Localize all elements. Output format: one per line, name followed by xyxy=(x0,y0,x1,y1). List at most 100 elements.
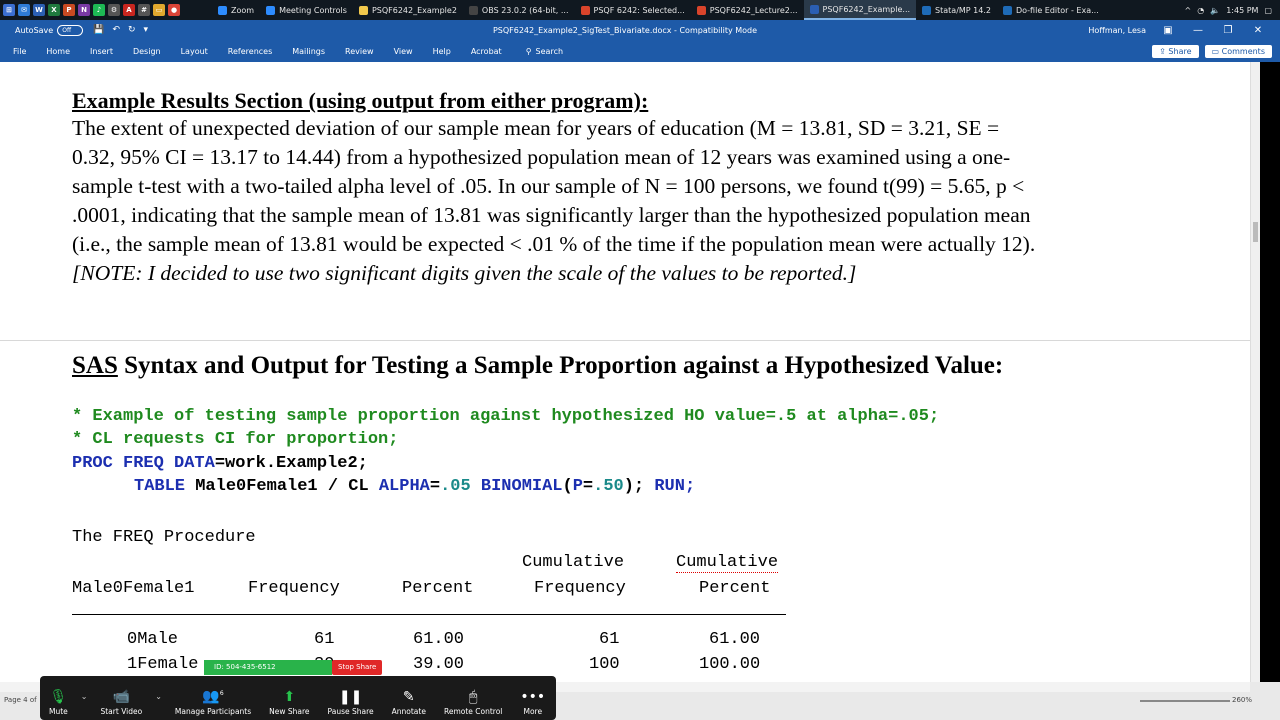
code-p-keyword: P xyxy=(572,477,583,496)
redo-icon[interactable]: ↻ xyxy=(128,25,136,35)
page-indicator[interactable]: Page 4 of xyxy=(4,696,37,704)
more-dots-icon: ••• xyxy=(520,689,546,705)
taskbar-app-4[interactable]: PSQF 6242: Selected... xyxy=(575,0,691,20)
output-row-1-level: 0Male xyxy=(127,630,179,649)
scrollbar-thumb[interactable] xyxy=(1253,222,1258,242)
onenote-icon[interactable]: N xyxy=(78,4,90,16)
paragraph-line-3: sample t-test with a two-tailed alpha le… xyxy=(72,174,1025,198)
ribbon-tabs: File Home Insert Design Layout Reference… xyxy=(0,40,1280,62)
output-row-1-frequency: 61 xyxy=(314,630,335,649)
taskbar-app-6[interactable]: PSQF6242_Example... xyxy=(803,0,917,20)
tab-references[interactable]: References xyxy=(218,47,282,56)
explorer-folder-icon[interactable]: ▭ xyxy=(153,4,165,16)
start-video-button[interactable]: 📹 Start Video xyxy=(91,678,151,716)
tab-help[interactable]: Help xyxy=(423,47,461,56)
autosave-control[interactable]: AutoSave Off xyxy=(0,24,84,36)
tab-acrobat[interactable]: Acrobat xyxy=(461,47,512,56)
code-p-value: .50 xyxy=(593,477,624,496)
powerpoint-icon[interactable]: P xyxy=(63,4,75,16)
manage-participants-button[interactable]: 👥6 Manage Participants xyxy=(166,678,260,716)
volume-icon[interactable]: 🔈 xyxy=(1210,6,1220,15)
network-icon[interactable]: ◔ xyxy=(1197,6,1204,15)
taskbar-app-1[interactable]: Meeting Controls xyxy=(260,0,353,20)
ribbon-right-actions: ⇪ Share ▭ Comments xyxy=(1152,44,1280,58)
taskbar-app-2[interactable]: PSQF6242_Example2 xyxy=(353,0,463,20)
document-canvas[interactable]: Example Results Section (using output fr… xyxy=(0,62,1250,682)
tab-design[interactable]: Design xyxy=(123,47,171,56)
autosave-toggle[interactable]: Off xyxy=(57,24,84,36)
app-icon xyxy=(696,5,706,15)
spotify-icon[interactable]: ♪ xyxy=(93,4,105,16)
code-table-line: TABLE Male0Female1 / CL ALPHA=.05 BINOMI… xyxy=(134,477,695,496)
mute-button[interactable]: 🎙 Mute xyxy=(40,678,77,716)
paragraph-line-2: 0.32, 95% CI = 13.17 to 14.44) from a hy… xyxy=(72,145,1011,169)
title-bar-right: Hoffman, Lesa ▣ — ❐ ✕ xyxy=(1088,25,1280,36)
taskbar-app-7[interactable]: Stata/MP 14.2 xyxy=(916,0,997,20)
windows-start-icon[interactable]: ⊞ xyxy=(3,4,15,16)
windows-taskbar: ⊞ ✉ W X P N ♪ ⚙ A # ▭ ● Zoom Meeting Cont… xyxy=(0,0,1280,20)
acrobat-icon[interactable]: A xyxy=(123,4,135,16)
taskbar-app-3[interactable]: OBS 23.0.2 (64-bit, ... xyxy=(463,0,575,20)
tray-chevron-icon[interactable]: ^ xyxy=(1185,6,1192,15)
taskbar-app-label: PSQF 6242: Selected... xyxy=(593,5,685,15)
taskbar-app-5[interactable]: PSQF6242_Lecture2... xyxy=(691,0,804,20)
zoom-slider[interactable] xyxy=(1140,700,1230,702)
output-row-2-cum-frequency: 100 xyxy=(589,655,620,674)
settings-gear-icon[interactable]: ⚙ xyxy=(108,4,120,16)
code-binomial-keyword: BINOMIAL xyxy=(480,477,563,496)
save-icon[interactable]: 💾 xyxy=(93,25,104,35)
notifications-icon[interactable]: ▢ xyxy=(1264,6,1272,15)
taskbar-pinned-icons: ⊞ ✉ W X P N ♪ ⚙ A # ▭ ● xyxy=(0,4,212,16)
stop-share-button[interactable]: Stop Share xyxy=(332,660,383,675)
tab-view[interactable]: View xyxy=(384,47,423,56)
pause-share-button[interactable]: ❚❚ Pause Share xyxy=(319,678,383,716)
taskbar-app-0[interactable]: Zoom xyxy=(212,0,260,20)
audio-options-chevron-icon[interactable]: ⌄ xyxy=(77,692,92,701)
code-paren-open: ( xyxy=(562,477,573,496)
close-icon[interactable]: ✕ xyxy=(1250,25,1266,36)
microphone-icon: 🎙 xyxy=(49,689,68,705)
excel-icon[interactable]: X xyxy=(48,4,60,16)
minimize-icon[interactable]: — xyxy=(1190,25,1206,36)
remote-control-label: Remote Control xyxy=(443,707,503,716)
taskbar-app-label: Zoom xyxy=(231,5,255,15)
video-options-chevron-icon[interactable]: ⌄ xyxy=(151,692,166,701)
share-button[interactable]: ⇪ Share xyxy=(1152,44,1199,58)
restore-icon[interactable]: ❐ xyxy=(1220,25,1236,36)
word-title-bar: AutoSave Off 💾 ↶ ↻ ▾ PSQF6242_Example2_S… xyxy=(0,20,1280,40)
calculator-icon[interactable]: # xyxy=(138,4,150,16)
ribbon-display-options-icon[interactable]: ▣ xyxy=(1160,25,1176,36)
ribbon-search[interactable]: ⚲ Search xyxy=(512,47,563,56)
vertical-scrollbar[interactable] xyxy=(1250,62,1260,682)
output-row-1-percent: 61.00 xyxy=(413,630,465,649)
user-name[interactable]: Hoffman, Lesa xyxy=(1088,26,1146,35)
more-button[interactable]: ••• More xyxy=(511,678,554,716)
output-row-2-level: 1Female xyxy=(127,655,199,674)
undo-icon[interactable]: ↶ xyxy=(112,25,120,35)
tab-insert[interactable]: Insert xyxy=(80,47,123,56)
search-icon: ⚲ xyxy=(525,46,532,56)
new-share-button[interactable]: ⬆ New Share xyxy=(260,678,318,716)
tab-file[interactable]: File xyxy=(0,47,36,56)
zoom-level[interactable]: 260% xyxy=(1232,696,1252,704)
taskbar-app-label: PSQF6242_Lecture2... xyxy=(709,5,798,15)
tab-mailings[interactable]: Mailings xyxy=(282,47,335,56)
comments-button[interactable]: ▭ Comments xyxy=(1204,44,1272,58)
quick-access-toolbar: 💾 ↶ ↻ ▾ xyxy=(93,25,148,35)
taskbar-app-label: PSQF6242_Example... xyxy=(822,4,911,14)
word-icon[interactable]: W xyxy=(33,4,45,16)
annotate-button[interactable]: ✎ Annotate xyxy=(383,678,435,716)
tab-home[interactable]: Home xyxy=(36,47,80,56)
remote-control-button[interactable]: 🖱 Remote Control xyxy=(435,678,511,716)
taskbar-clock[interactable]: 1:45 PM xyxy=(1226,6,1258,15)
output-row-2-percent: 39.00 xyxy=(413,655,465,674)
customize-toolbar-icon[interactable]: ▾ xyxy=(144,25,149,35)
chrome-icon[interactable]: ● xyxy=(168,4,180,16)
tab-review[interactable]: Review xyxy=(335,47,384,56)
taskbar-app-8[interactable]: Do-file Editor - Exa... xyxy=(997,0,1105,20)
output-row-1-cum-percent: 61.00 xyxy=(709,630,761,649)
mute-label: Mute xyxy=(49,707,68,716)
mail-icon[interactable]: ✉ xyxy=(18,4,30,16)
tab-layout[interactable]: Layout xyxy=(171,47,218,56)
results-heading: Example Results Section (using output fr… xyxy=(72,88,649,113)
